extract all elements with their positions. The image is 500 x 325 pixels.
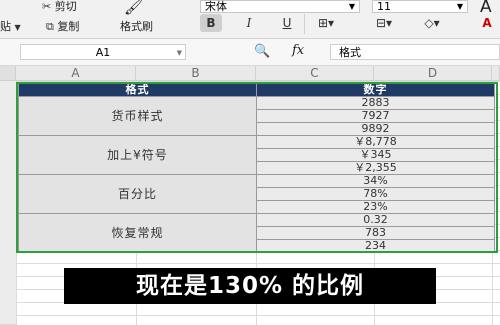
group-label-cell[interactable]: 恢复常规 [18,213,257,253]
toolbar-ribbon: ✂ 剪切 贴 ▼ ⧉ 复制 🖌 格式刷 宋体 ▼ 11 ▼ A B I U ⊞▾… [0,0,500,39]
underline-button[interactable]: U [276,14,298,32]
value-cell[interactable]: ￥2,355 [256,161,495,175]
row-header-strip[interactable] [0,81,16,325]
value-cell[interactable]: 7927 [256,109,495,123]
copy-label: 复制 [57,20,80,33]
select-all-corner[interactable] [0,66,16,81]
formula-bar: A1 ▼ 🔍 fx 格式 [0,39,500,66]
group-label-cell[interactable]: 货币样式 [18,96,257,136]
font-size-value: 11 [377,0,391,13]
value-cell[interactable]: ￥8,778 [256,135,495,149]
format-painter-label: 格式刷 [120,20,153,33]
border-grid-icon: ⊞▾ [317,16,335,30]
value-cell[interactable]: 783 [256,226,495,240]
table-row: 加上¥符号 ￥8,778 [18,135,495,175]
value-cell[interactable]: 23% [256,200,495,214]
paste-button[interactable]: 贴 ▼ [0,18,21,34]
borders-button[interactable]: ⊞▾ [312,14,340,32]
video-caption: 现在是130% 的比例 [64,268,436,304]
value-cell[interactable]: 2883 [256,96,495,110]
column-header-d[interactable]: D [374,66,492,81]
font-name-select[interactable]: 宋体 ▼ [200,0,360,13]
column-header-c[interactable]: C [256,66,374,81]
paint-bucket-icon: ◇▾ [424,16,440,30]
chevron-down-icon: ▼ [348,2,355,11]
value-cell[interactable]: 234 [256,239,495,253]
font-size-select[interactable]: 11 ▼ [372,0,468,13]
copy-icon: ⧉ [46,20,54,33]
column-header-e[interactable] [492,66,500,81]
data-table: 格式 数字 货币样式 2883 7927 9892 加上¥符号 ￥8,778 ￥… [18,83,495,253]
group-label-cell[interactable]: 百分比 [18,174,257,214]
cell-reference: A1 [95,46,111,59]
value-cell[interactable]: ￥345 [256,148,495,162]
header-number[interactable]: 数字 [256,83,495,97]
chevron-down-icon: ▼ [456,2,463,11]
scissors-icon: ✂ [42,0,52,13]
format-painter-button[interactable]: 格式刷 [120,18,153,34]
bold-button[interactable]: B [200,14,222,32]
paste-label: 贴 [0,20,11,33]
font-name-value: 宋体 [205,0,227,13]
zoom-search-icon[interactable]: 🔍 [254,44,270,59]
merge-cells-icon: ⊟▾ [375,16,393,30]
cut-button[interactable]: ✂ 剪切 [0,0,77,14]
italic-button[interactable]: I [238,14,260,32]
column-header-a[interactable]: A [16,66,136,81]
format-painter-icon[interactable]: 🖌 [124,0,143,16]
value-cell[interactable]: 0.32 [256,213,495,227]
group-label-cell[interactable]: 加上¥符号 [18,135,257,175]
value-cell[interactable]: 9892 [256,122,495,136]
name-box[interactable]: A1 ▼ [20,44,186,60]
merge-button[interactable]: ⊟▾ [370,14,398,32]
value-cell[interactable]: 34% [256,174,495,188]
cut-label: 剪切 [54,0,77,13]
fill-color-button[interactable]: ◇▾ [418,14,446,32]
chevron-down-icon: ▼ [176,49,182,57]
table-row: 百分比 34% [18,174,495,214]
font-color-button[interactable]: A [474,14,500,32]
fx-label: fx [292,43,305,58]
font-color-label: A [482,16,492,30]
dropdown-arrow-icon: ▼ [14,23,21,32]
table-row: 货币样式 2883 [18,96,495,136]
table-header-row: 格式 数字 [18,83,495,97]
formula-content: 格式 [339,46,361,59]
header-format[interactable]: 格式 [18,83,257,97]
copy-button[interactable]: ⧉ 复制 [46,18,79,34]
fx-button[interactable]: fx [292,43,304,58]
divider [304,14,305,34]
formula-input[interactable]: 格式 [330,44,500,60]
table-row: 恢复常规 0.32 [18,213,495,253]
value-cell[interactable]: 78% [256,187,495,201]
column-header-b[interactable]: B [136,66,256,81]
